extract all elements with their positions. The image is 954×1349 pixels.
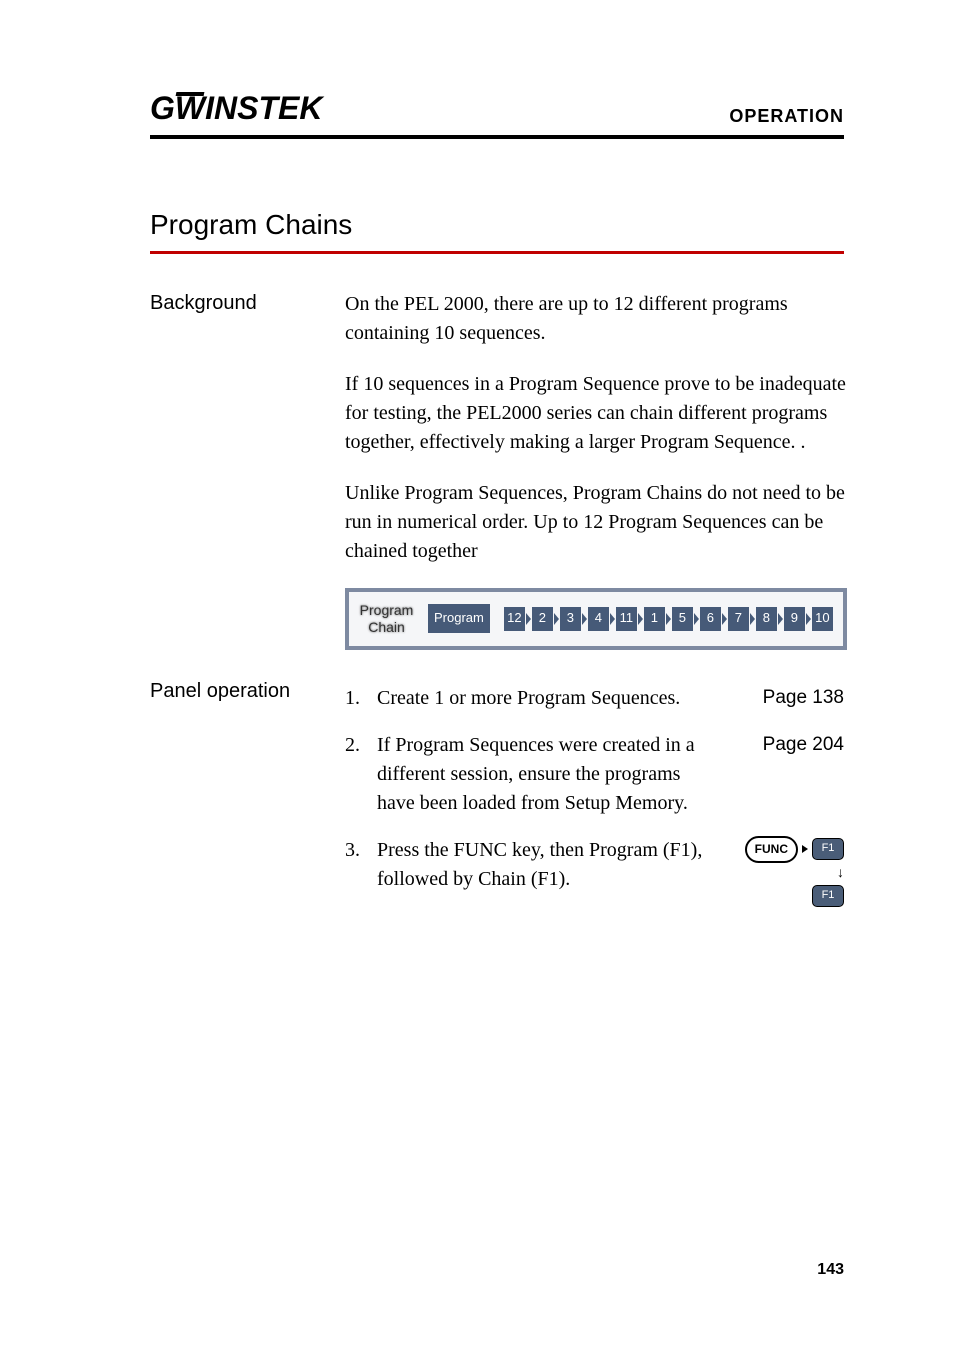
seq-item: 9 (784, 607, 805, 631)
arrow-icon (638, 613, 643, 625)
seq-item: 8 (756, 607, 777, 631)
arrow-icon (526, 613, 531, 625)
brand-g: G (150, 90, 175, 126)
chain-label: Program Chain (359, 602, 414, 636)
seq-item: 4 (588, 607, 609, 631)
step-number: 1. (345, 684, 377, 713)
f1-key-icon: F1 (812, 885, 844, 907)
arrow-icon (666, 613, 671, 625)
step-buttons: FUNC F1 ↓ F1 (745, 836, 844, 907)
seq-item: 11 (616, 607, 637, 631)
seq-item: 7 (728, 607, 749, 631)
page-number: 143 (817, 1261, 844, 1279)
panel-steps: 1. Create 1 or more Program Sequences. P… (345, 684, 844, 912)
step-number: 3. (345, 836, 377, 894)
background-label: Background (150, 290, 345, 654)
seq-item: 5 (672, 607, 693, 631)
func-key-icon: FUNC (745, 836, 798, 863)
brand-rest: INSTEK (205, 90, 322, 126)
seq-item: 12 (504, 607, 525, 631)
f1-key-icon: F1 (812, 838, 844, 860)
header-section: OPERATION (729, 106, 844, 127)
brand-w: W (175, 90, 205, 127)
arrow-down-icon: ↓ (837, 867, 844, 881)
section-title: Program Chains (150, 209, 844, 254)
step-number: 2. (345, 731, 377, 818)
step-page-ref: Page 138 (763, 684, 844, 712)
seq-item: 6 (700, 607, 721, 631)
arrow-icon (610, 613, 615, 625)
arrow-icon (778, 613, 783, 625)
program-chain-diagram: Program Chain Program 12 2 3 4 11 1 5 6 … (345, 588, 847, 650)
step-1: 1. Create 1 or more Program Sequences. P… (345, 684, 844, 713)
arrow-icon (554, 613, 559, 625)
seq-item: 2 (532, 607, 553, 631)
bg-para-3: Unlike Program Sequences, Program Chains… (345, 479, 847, 566)
program-box: Program (428, 604, 490, 633)
bg-para-1: On the PEL 2000, there are up to 12 diff… (345, 290, 847, 348)
arrow-icon (722, 613, 727, 625)
panel-operation-label: Panel operation (150, 678, 345, 912)
seq-item: 1 (644, 607, 665, 631)
arrow-icon (806, 613, 811, 625)
arrow-icon (750, 613, 755, 625)
step-2: 2. If Program Sequences were created in … (345, 731, 844, 818)
arrow-icon (694, 613, 699, 625)
brand-logo: GWINSTEK (150, 90, 322, 127)
step-3: 3. Press the FUNC key, then Program (F1)… (345, 836, 844, 894)
page-header: GWINSTEK OPERATION (150, 90, 844, 139)
step-page-ref: Page 204 (763, 731, 844, 759)
program-sequence: 12 2 3 4 11 1 5 6 7 8 9 10 (504, 607, 833, 631)
arrow-right-icon (802, 845, 808, 853)
arrow-icon (582, 613, 587, 625)
bg-para-2: If 10 sequences in a Program Sequence pr… (345, 370, 847, 457)
seq-item: 10 (812, 607, 833, 631)
seq-item: 3 (560, 607, 581, 631)
background-content: On the PEL 2000, there are up to 12 diff… (345, 290, 847, 654)
